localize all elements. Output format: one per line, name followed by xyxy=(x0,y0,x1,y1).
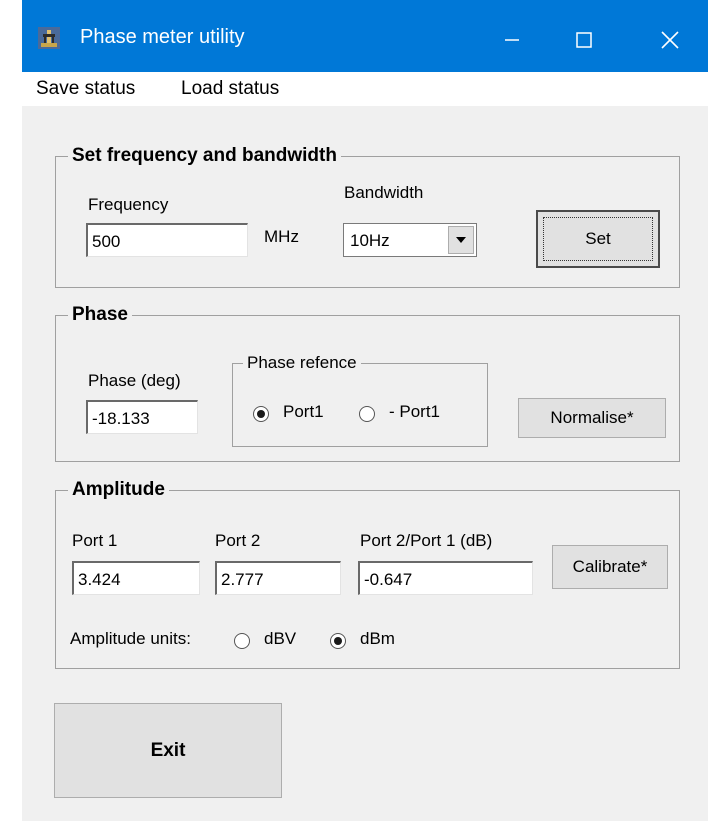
calibrate-button-label: Calibrate* xyxy=(572,557,648,576)
bandwidth-dropdown-button[interactable] xyxy=(448,226,474,254)
maximize-icon xyxy=(576,32,592,48)
frequency-group-title: Set frequency and bandwidth xyxy=(68,145,341,167)
phase-ref-port1-radio[interactable] xyxy=(253,406,269,422)
chevron-down-icon xyxy=(456,237,466,243)
amplitude-group-title: Amplitude xyxy=(68,479,169,501)
phase-group-title: Phase xyxy=(68,304,132,326)
port2-label: Port 2 xyxy=(215,531,261,550)
port1-label: Port 1 xyxy=(72,531,118,550)
port-ratio-value-field[interactable]: -0.647 xyxy=(358,561,533,595)
app-window: Phase meter utility Save status Load sta… xyxy=(22,0,708,821)
close-icon xyxy=(661,31,679,49)
phase-ref-neg-port1-label: - Port1 xyxy=(389,402,441,421)
phase-label: Phase (deg) xyxy=(88,371,181,390)
frequency-label: Frequency xyxy=(88,195,169,214)
frequency-input[interactable]: 500 xyxy=(86,223,248,257)
units-dbv-label: dBV xyxy=(264,629,297,648)
normalise-button[interactable]: Normalise* xyxy=(518,398,666,438)
app-icon xyxy=(38,27,60,49)
phase-ref-port1-label: Port1 xyxy=(283,402,324,421)
amplitude-units-label: Amplitude units: xyxy=(70,629,191,648)
window-title: Phase meter utility xyxy=(80,26,245,48)
set-button[interactable]: Set xyxy=(536,210,660,268)
units-dbv-radio[interactable] xyxy=(234,633,250,649)
bandwidth-select[interactable]: 10Hz xyxy=(343,223,477,257)
normalise-button-label: Normalise* xyxy=(550,408,634,427)
focus-ring xyxy=(543,217,653,261)
phase-reference-title: Phase refence xyxy=(243,352,361,374)
phase-ref-neg-port1-radio[interactable] xyxy=(359,406,375,422)
menu-item-load-status[interactable]: Load status xyxy=(181,78,279,100)
exit-button-label: Exit xyxy=(150,739,186,761)
port-ratio-label: Port 2/Port 1 (dB) xyxy=(360,531,493,550)
port1-value-field[interactable]: 3.424 xyxy=(72,561,200,595)
phase-value-field[interactable]: -18.133 xyxy=(86,400,198,434)
frequency-bandwidth-group: Set frequency and bandwidth Frequency 50… xyxy=(55,145,680,288)
minimize-icon xyxy=(505,39,519,41)
exit-button[interactable]: Exit xyxy=(54,703,282,798)
units-dbm-radio[interactable] xyxy=(330,633,346,649)
amplitude-group: Amplitude Port 1 3.424 Port 2 2.777 Port… xyxy=(55,479,680,669)
phase-reference-group: Phase refence Port1 - Port1 xyxy=(232,352,488,447)
menu-item-save-status[interactable]: Save status xyxy=(36,78,135,100)
frequency-unit-label: MHz xyxy=(264,227,299,246)
close-button[interactable] xyxy=(650,22,690,58)
calibrate-button[interactable]: Calibrate* xyxy=(552,545,668,589)
menu-bar: Save status Load status xyxy=(22,72,708,106)
title-bar[interactable]: Phase meter utility xyxy=(22,0,708,72)
phase-group: Phase Phase (deg) -18.133 Phase refence … xyxy=(55,304,680,462)
maximize-button[interactable] xyxy=(564,22,604,58)
bandwidth-selected-value: 10Hz xyxy=(350,231,390,250)
minimize-button[interactable] xyxy=(492,22,532,58)
bandwidth-label: Bandwidth xyxy=(344,183,424,202)
port2-value-field[interactable]: 2.777 xyxy=(215,561,341,595)
units-dbm-label: dBm xyxy=(360,629,395,648)
